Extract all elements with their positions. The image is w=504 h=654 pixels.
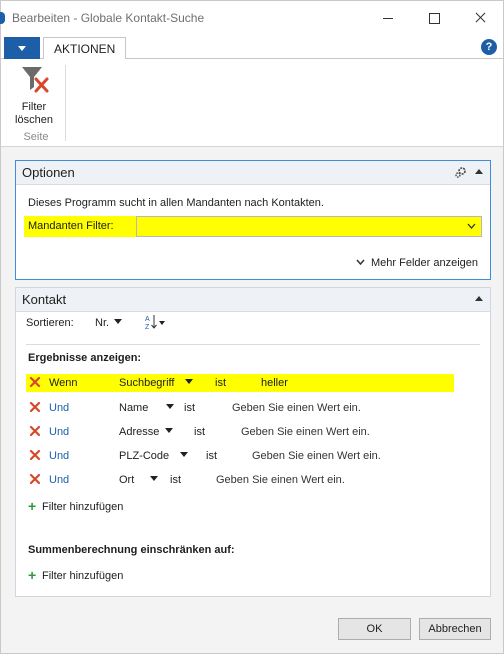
criteria-condition: ist: [170, 474, 181, 486]
criteria-operator[interactable]: Und: [49, 402, 69, 414]
gear-icon[interactable]: [454, 165, 468, 179]
contact-panel-header[interactable]: Kontakt: [16, 288, 490, 312]
dropdown-arrow-icon: [114, 319, 123, 324]
criteria-operator[interactable]: Und: [49, 474, 69, 486]
criteria-row: Wenn Suchbegriff ist heller: [26, 374, 454, 392]
options-panel-title: Optionen: [22, 165, 75, 180]
criteria-field-select[interactable]: Suchbegriff: [119, 377, 194, 389]
criteria-row: Und PLZ-Code ist Geben Sie einen Wert ei…: [26, 447, 454, 465]
chevron-down-icon: [356, 259, 365, 265]
close-button[interactable]: [457, 1, 503, 35]
remove-icon[interactable]: [28, 375, 42, 389]
options-description: Dieses Programm sucht in allen Mandanten…: [28, 197, 324, 209]
criteria-condition: ist: [206, 450, 217, 462]
maximize-button[interactable]: [411, 1, 457, 35]
more-fields-link[interactable]: Mehr Felder anzeigen: [356, 257, 478, 269]
clear-filter-label-1: Filter: [21, 101, 47, 113]
criteria-value-input[interactable]: Geben Sie einen Wert ein.: [241, 426, 370, 438]
criteria-value-input[interactable]: Geben Sie einen Wert ein.: [216, 474, 345, 486]
remove-icon[interactable]: [28, 400, 42, 414]
criteria-field-name: PLZ-Code: [119, 450, 170, 462]
criteria-field-name: Name: [119, 402, 149, 414]
sort-label: Sortieren:: [26, 317, 74, 329]
criteria-field-name: Ort: [119, 474, 135, 486]
criteria-row: Und Adresse ist Geben Sie einen Wert ein…: [26, 423, 454, 441]
results-title: Ergebnisse anzeigen:: [28, 352, 142, 364]
collapse-icon[interactable]: [475, 296, 483, 301]
company-filter-label: Mandanten Filter:: [24, 216, 138, 237]
clear-filter-button[interactable]: Filter löschen: [9, 63, 59, 127]
window-title: Bearbeiten - Globale Kontakt-Suche: [12, 11, 205, 25]
dropdown-arrow-icon: [150, 476, 159, 481]
collapse-icon[interactable]: [475, 169, 483, 174]
remove-icon[interactable]: [28, 448, 42, 462]
criteria-field-name: Adresse: [119, 426, 160, 438]
help-icon[interactable]: ?: [481, 39, 497, 55]
dropdown-arrow-icon: [185, 379, 194, 384]
criteria-field-select[interactable]: Name: [119, 402, 175, 414]
app-icon: [0, 12, 5, 24]
criteria-condition: ist: [194, 426, 205, 438]
contact-panel-title: Kontakt: [22, 292, 67, 307]
dropdown-arrow-icon: [166, 404, 175, 409]
plus-icon: +: [28, 567, 37, 583]
criteria-field-select[interactable]: Adresse: [119, 426, 174, 438]
options-panel-header[interactable]: Optionen: [16, 161, 490, 185]
criteria-row: Und Name ist Geben Sie einen Wert ein.: [26, 399, 454, 417]
options-panel: Optionen Dieses Programm sucht in allen …: [15, 160, 491, 280]
sort-order-icon[interactable]: A Z: [144, 313, 166, 331]
criteria-row: Und Ort ist Geben Sie einen Wert ein.: [26, 471, 454, 489]
ribbon-group-label: Seite: [23, 131, 49, 143]
criteria-operator: Wenn: [49, 377, 78, 389]
add-filter-label: Filter hinzufügen: [42, 501, 124, 513]
svg-text:Z: Z: [145, 324, 150, 331]
criteria-field-select[interactable]: Ort: [119, 474, 159, 486]
chevron-down-icon[interactable]: [467, 223, 476, 229]
criteria-value-input[interactable]: heller: [261, 377, 288, 389]
tab-actions[interactable]: AKTIONEN: [43, 37, 127, 60]
app-menu-button[interactable]: [4, 37, 40, 59]
criteria-condition: ist: [184, 402, 195, 414]
minimize-button[interactable]: [365, 1, 411, 35]
ok-button[interactable]: OK: [338, 618, 411, 640]
dropdown-arrow-icon: [165, 428, 174, 433]
title-bar: Bearbeiten - Globale Kontakt-Suche: [0, 1, 503, 35]
more-fields-label: Mehr Felder anzeigen: [370, 257, 478, 269]
company-filter-input[interactable]: [136, 216, 482, 237]
criteria-operator[interactable]: Und: [49, 426, 69, 438]
divider: [26, 344, 480, 345]
criteria-condition: ist: [215, 377, 226, 389]
remove-icon[interactable]: [28, 472, 42, 486]
chevron-down-icon: [18, 46, 26, 51]
contact-panel: Kontakt Sortieren: Nr. A Z Ergebnisse an…: [15, 287, 491, 597]
dialog-window: Bearbeiten - Globale Kontakt-Suche AKTIO…: [0, 0, 504, 654]
clear-filter-label-2: löschen: [15, 114, 53, 126]
criteria-value-input[interactable]: Geben Sie einen Wert ein.: [252, 450, 381, 462]
add-totals-filter-link[interactable]: + Filter hinzufügen: [28, 567, 123, 583]
criteria-field-select[interactable]: PLZ-Code: [119, 450, 189, 462]
totals-title: Summenberechnung einschränken auf:: [28, 544, 235, 556]
ribbon-panel: Filter löschen Seite: [1, 59, 503, 147]
ribbon-tab-row: AKTIONEN ?: [1, 35, 503, 60]
plus-icon: +: [28, 498, 37, 514]
cancel-button[interactable]: Abbrechen: [419, 618, 491, 640]
add-totals-filter-label: Filter hinzufügen: [42, 570, 124, 582]
criteria-operator[interactable]: Und: [49, 450, 69, 462]
sort-field-value: Nr.: [95, 317, 110, 329]
clear-filter-icon: [22, 67, 49, 93]
criteria-value-input[interactable]: Geben Sie einen Wert ein.: [232, 402, 361, 414]
remove-icon[interactable]: [28, 424, 42, 438]
dropdown-arrow-icon: [180, 452, 189, 457]
ribbon-separator: [65, 65, 66, 141]
svg-text:A: A: [145, 316, 150, 323]
criteria-field-name: Suchbegriff: [119, 377, 175, 389]
add-filter-link[interactable]: + Filter hinzufügen: [28, 498, 123, 514]
sort-field-select[interactable]: Nr.: [95, 317, 123, 329]
